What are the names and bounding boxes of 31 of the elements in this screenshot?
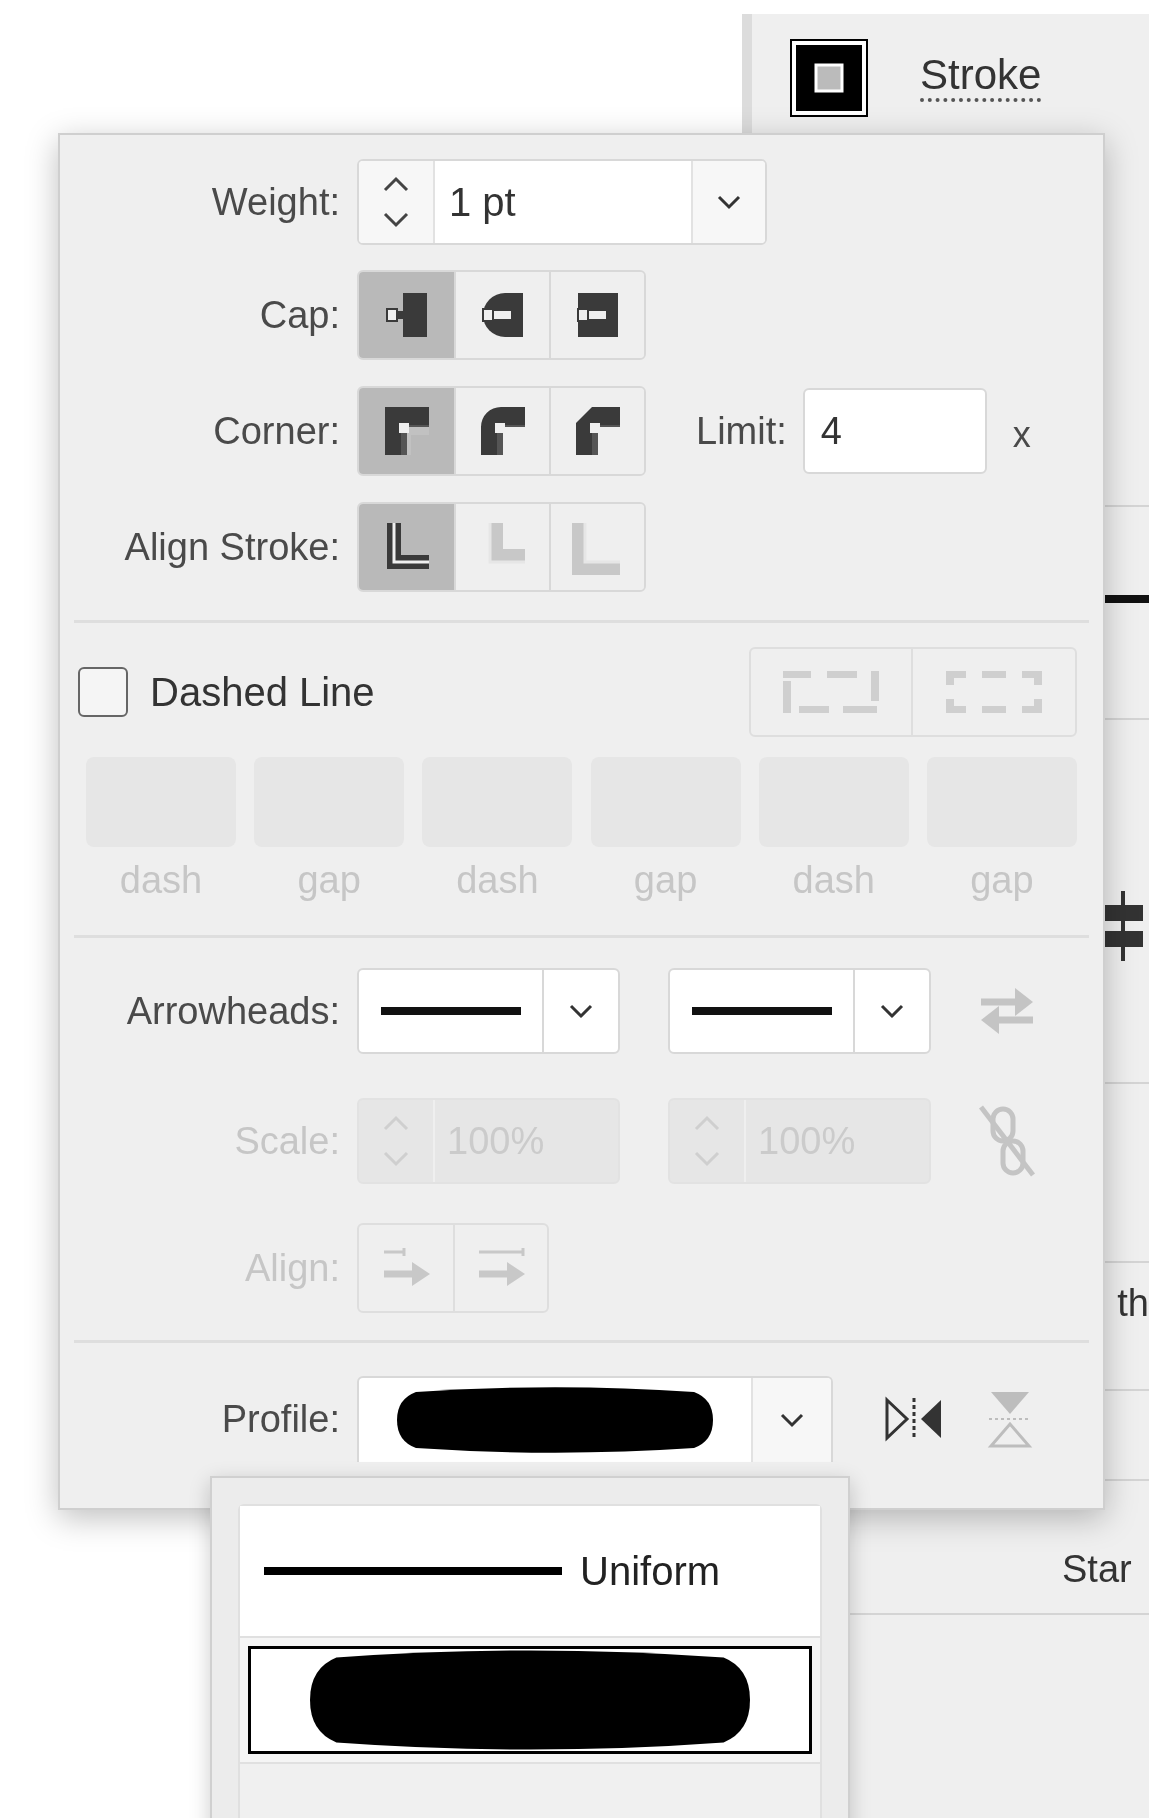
arrowhead-dropdown[interactable] (668, 968, 931, 1054)
arrowhead-dropdown[interactable] (357, 968, 620, 1054)
cap-option[interactable] (359, 272, 454, 358)
label-fragment: Star (1062, 1550, 1132, 1588)
chevron-down-icon (779, 1412, 805, 1428)
panel-title[interactable]: Stroke (920, 54, 1042, 102)
field-label: Profile: (220, 1400, 341, 1438)
stroke-swatch-icon[interactable] (790, 39, 868, 117)
corner-option[interactable] (549, 388, 644, 474)
align-stroke-option[interactable] (359, 504, 454, 590)
field-label: Corner: (212, 412, 341, 450)
chevron-down-icon (879, 1003, 905, 1019)
unit-label: x (1012, 417, 1031, 453)
field-label: Arrowheads: (125, 992, 341, 1030)
unlinked-chain-icon[interactable] (977, 1103, 1037, 1179)
cap-option[interactable] (549, 272, 644, 358)
field-label: Limit: (696, 412, 787, 450)
chevron-down-icon (568, 1003, 594, 1019)
checkbox-label: Dashed Line (150, 672, 375, 712)
handle-icon (1103, 891, 1143, 961)
chevron-down-icon (716, 194, 742, 210)
label-fragment: th (1117, 1284, 1149, 1322)
corner-option[interactable] (359, 388, 454, 474)
field-label: Weight: (210, 183, 341, 221)
width-profile-icon (397, 1385, 713, 1455)
profile-dropdown[interactable] (357, 1376, 833, 1462)
field-label: Cap: (258, 296, 341, 334)
field-label: Align Stroke: (123, 528, 341, 566)
weight-field[interactable]: 1 pt (357, 159, 767, 245)
limit-field[interactable]: 4 (802, 388, 987, 474)
profile-option[interactable]: Uniform (240, 1506, 820, 1636)
